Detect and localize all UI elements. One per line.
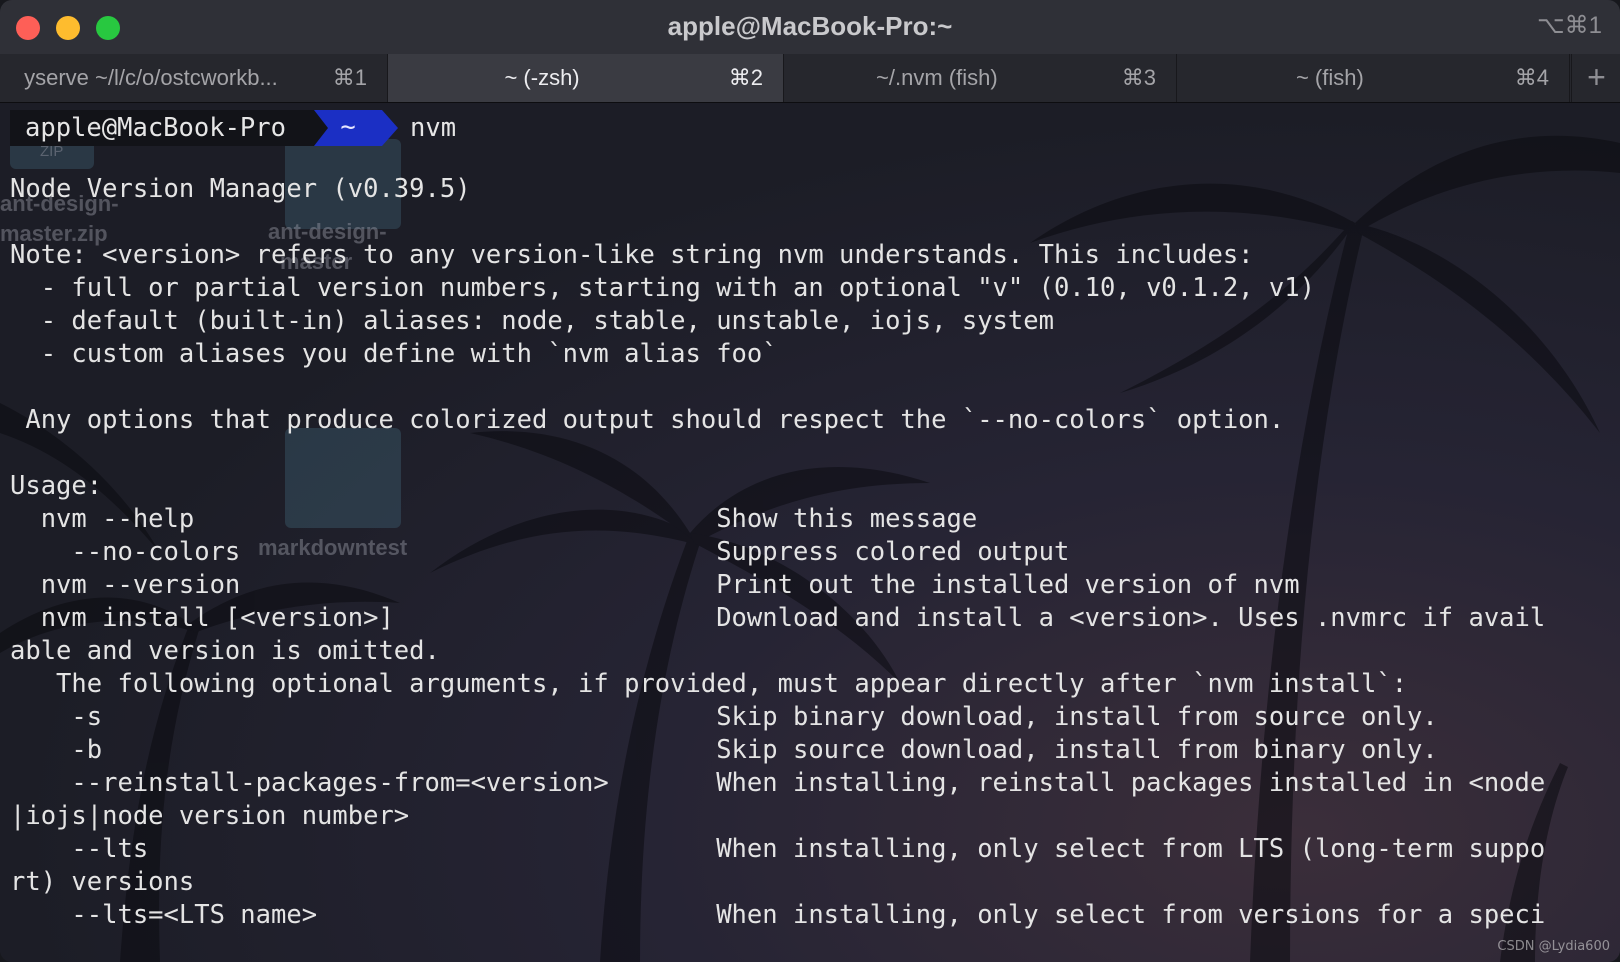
- tab-shortcut: ⌘4: [1514, 65, 1549, 90]
- tab-label: ~/.nvm (fish): [876, 65, 998, 90]
- output-line: able and version is omitted.: [10, 636, 440, 666]
- title-bar[interactable]: apple@MacBook-Pro:~ ⌥⌘1: [0, 0, 1620, 54]
- tab-label: yserve ~/l/c/o/ostcworkb...: [24, 65, 278, 90]
- tab-label: ~ (-zsh): [504, 65, 580, 90]
- watermark: CSDN @Lydia600: [1497, 939, 1610, 954]
- output-line: Any options that produce colorized outpu…: [10, 405, 1285, 435]
- output-line: Note: <version> refers to any version-li…: [10, 240, 1254, 270]
- output-line: |iojs|node version number>: [10, 801, 410, 831]
- prompt-command: nvm: [410, 113, 457, 143]
- new-tab-button[interactable]: +: [1571, 54, 1620, 102]
- output-line: Node Version Manager (v0.39.5): [10, 174, 471, 204]
- window-shortcut: ⌥⌘1: [1536, 12, 1602, 39]
- command-output: Node Version Manager (v0.39.5) Note: <ve…: [10, 173, 1545, 932]
- output-line: -s Skip binary download, install from so…: [10, 702, 1438, 732]
- tab-shortcut: ⌘3: [1121, 65, 1156, 90]
- output-line: nvm install [<version>] Download and ins…: [10, 603, 1546, 633]
- output-line: nvm --help Show this message: [10, 504, 978, 534]
- window-title: apple@MacBook-Pro:~: [667, 11, 953, 41]
- tab-nvm-fish[interactable]: ~/.nvm (fish) ⌘3: [784, 54, 1177, 102]
- tab-shortcut: ⌘2: [728, 65, 763, 90]
- output-line: The following optional arguments, if pro…: [10, 669, 1408, 699]
- output-line: nvm --version Print out the installed ve…: [10, 570, 1300, 600]
- output-line: --lts=<LTS name> When installing, only s…: [10, 900, 1546, 930]
- prompt-separator-icon: [314, 110, 328, 146]
- output-line: - full or partial version numbers, start…: [10, 273, 1315, 303]
- tab-bar: yserve ~/l/c/o/ostcworkb... ⌘1 ~ (-zsh) …: [0, 54, 1620, 103]
- tab-yserve[interactable]: yserve ~/l/c/o/ostcworkb... ⌘1: [0, 54, 388, 102]
- terminal-content[interactable]: ZIP ant-design- master.zip ant-design- m…: [0, 103, 1620, 962]
- tab-label: ~ (fish): [1295, 65, 1364, 90]
- terminal-window: apple@MacBook-Pro:~ ⌥⌘1 yserve ~/l/c/o/o…: [0, 0, 1620, 962]
- output-line: --reinstall-packages-from=<version> When…: [10, 768, 1546, 798]
- prompt-separator-icon: [382, 110, 398, 146]
- output-line: rt) versions: [10, 867, 195, 897]
- output-line: --lts When installing, only select from …: [10, 834, 1546, 864]
- output-line: Usage:: [10, 471, 103, 501]
- tab-home-fish[interactable]: ~ (fish) ⌘4: [1177, 54, 1570, 102]
- output-line: --no-colors Suppress colored output: [10, 537, 1070, 567]
- output-line: - default (built-in) aliases: node, stab…: [10, 306, 1054, 336]
- tab-shortcut: ⌘1: [332, 65, 367, 90]
- tab-zsh-active[interactable]: ~ (-zsh) ⌘2: [388, 54, 784, 102]
- prompt-user-host: apple@MacBook-Pro: [10, 110, 314, 146]
- output-line: - custom aliases you define with `nvm al…: [10, 339, 778, 369]
- output-line: -b Skip source download, install from bi…: [10, 735, 1438, 765]
